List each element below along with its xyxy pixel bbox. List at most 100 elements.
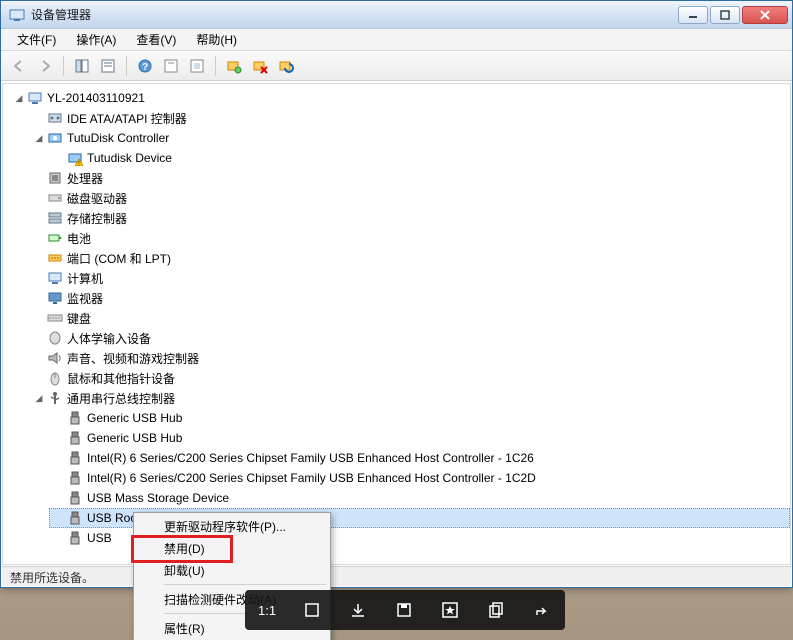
computer-icon xyxy=(47,270,63,286)
tree-node-label: 端口 (COM 和 LPT) xyxy=(67,250,171,267)
app-icon xyxy=(9,7,25,23)
tree-node[interactable]: Intel(R) 6 Series/C200 Series Chipset Fa… xyxy=(49,448,790,468)
maximize-button[interactable] xyxy=(710,6,740,24)
tree-node-label: USB xyxy=(87,531,112,545)
show-hide-tree-button[interactable] xyxy=(70,54,94,78)
tree-node[interactable]: IDE ATA/ATAPI 控制器 xyxy=(29,108,790,128)
menu-action[interactable]: 操作(A) xyxy=(66,29,126,50)
usb-plug-icon xyxy=(67,490,83,506)
collapse-icon[interactable]: ◢ xyxy=(33,132,45,144)
storage-icon xyxy=(47,210,63,226)
tree-node[interactable]: 鼠标和其他指针设备 xyxy=(29,368,790,388)
menu-help[interactable]: 帮助(H) xyxy=(186,29,247,50)
menubar: 文件(F) 操作(A) 查看(V) 帮助(H) xyxy=(1,29,792,51)
tree-node[interactable]: Generic USB Hub xyxy=(49,428,790,448)
menu-view[interactable]: 查看(V) xyxy=(126,29,186,50)
properties-button[interactable] xyxy=(96,54,120,78)
usb-plug-icon xyxy=(67,450,83,466)
ctx-separator xyxy=(164,584,326,585)
mouse-icon xyxy=(47,370,63,386)
screenshot-toolbar: 1:1 xyxy=(245,590,565,630)
toolbar-btn-a[interactable] xyxy=(159,54,183,78)
update-driver-button[interactable] xyxy=(274,54,298,78)
disk-warn-icon: ! xyxy=(67,150,83,166)
tree-root[interactable]: ◢YL-201403110921 xyxy=(9,88,790,108)
help-button[interactable]: ? xyxy=(133,54,157,78)
tree-node-label: 鼠标和其他指针设备 xyxy=(67,370,175,387)
expander-empty xyxy=(53,492,65,504)
tree-node[interactable]: 电池 xyxy=(29,228,790,248)
expander-empty xyxy=(33,172,45,184)
svg-text:?: ? xyxy=(142,62,148,73)
usb-plug-icon xyxy=(67,430,83,446)
share-icon[interactable] xyxy=(526,594,558,626)
battery-icon xyxy=(47,230,63,246)
ctx-disable[interactable]: 禁用(D) xyxy=(136,537,328,559)
collapse-icon[interactable]: ◢ xyxy=(13,92,25,104)
expander-empty xyxy=(33,212,45,224)
tree-node-label: 电池 xyxy=(67,230,91,247)
uninstall-button[interactable] xyxy=(248,54,272,78)
tree-node-label: USB Mass Storage Device xyxy=(87,491,229,505)
ctx-update-driver[interactable]: 更新驱动程序软件(P)... xyxy=(136,515,328,537)
tree-node[interactable]: ! Tutudisk Device xyxy=(49,148,790,168)
tree-node-label: Tutudisk Device xyxy=(87,151,172,165)
zoom-ratio: 1:1 xyxy=(252,603,282,618)
tree-node-label: Generic USB Hub xyxy=(87,431,182,445)
tree-node[interactable]: Intel(R) 6 Series/C200 Series Chipset Fa… xyxy=(49,468,790,488)
tree-node-label: 计算机 xyxy=(67,270,103,287)
drive-icon xyxy=(47,190,63,206)
tree-node-label: 监视器 xyxy=(67,290,103,307)
toolbar-btn-b[interactable] xyxy=(185,54,209,78)
tree-node[interactable]: 声音、视频和游戏控制器 xyxy=(29,348,790,368)
close-button[interactable] xyxy=(742,6,788,24)
scan-hardware-button[interactable] xyxy=(222,54,246,78)
forward-button xyxy=(33,54,57,78)
ide-icon xyxy=(47,110,63,126)
expander-empty xyxy=(53,432,65,444)
titlebar[interactable]: 设备管理器 xyxy=(1,1,792,29)
tree-node[interactable]: 磁盘驱动器 xyxy=(29,188,790,208)
keyboard-icon xyxy=(47,310,63,326)
tree-node-label: 声音、视频和游戏控制器 xyxy=(67,350,199,367)
tree-node-label: 磁盘驱动器 xyxy=(67,190,127,207)
usb-plug-icon xyxy=(67,510,83,526)
monitor-icon xyxy=(47,290,63,306)
expander-empty xyxy=(33,252,45,264)
expander-empty xyxy=(33,352,45,364)
menu-file[interactable]: 文件(F) xyxy=(7,29,66,50)
expander-empty xyxy=(33,272,45,284)
download-icon[interactable] xyxy=(342,594,374,626)
expander-empty xyxy=(33,112,45,124)
tree-node-label: 处理器 xyxy=(67,170,103,187)
star-icon[interactable] xyxy=(434,594,466,626)
expander-empty xyxy=(33,192,45,204)
save-icon[interactable] xyxy=(388,594,420,626)
tree-node[interactable]: ◢TutuDisk Controller xyxy=(29,128,790,148)
status-text: 禁用所选设备。 xyxy=(10,571,94,585)
audio-icon xyxy=(47,350,63,366)
collapse-icon[interactable]: ◢ xyxy=(33,392,45,404)
ctx-uninstall[interactable]: 卸载(U) xyxy=(136,559,328,581)
tree-node-label: 通用串行总线控制器 xyxy=(67,390,175,407)
tree-node[interactable]: 处理器 xyxy=(29,168,790,188)
copy-icon[interactable] xyxy=(480,594,512,626)
expander-empty xyxy=(33,332,45,344)
tree-node[interactable]: ◢ 通用串行总线控制器 xyxy=(29,388,790,408)
window-title: 设备管理器 xyxy=(31,6,678,23)
tree-node[interactable]: Generic USB Hub xyxy=(49,408,790,428)
tree-node[interactable]: 人体学输入设备 xyxy=(29,328,790,348)
tree-node[interactable]: 计算机 xyxy=(29,268,790,288)
tree-node[interactable]: 监视器 xyxy=(29,288,790,308)
usb-plug-icon xyxy=(67,470,83,486)
device-tree-area[interactable]: ◢YL-201403110921IDE ATA/ATAPI 控制器◢TutuDi… xyxy=(2,83,791,565)
expander-empty xyxy=(53,412,65,424)
tree-node[interactable]: 键盘 xyxy=(29,308,790,328)
expander-empty xyxy=(53,452,65,464)
minimize-button[interactable] xyxy=(678,6,708,24)
tree-node[interactable]: USB Mass Storage Device xyxy=(49,488,790,508)
tree-node[interactable]: 端口 (COM 和 LPT) xyxy=(29,248,790,268)
tree-node[interactable]: 存储控制器 xyxy=(29,208,790,228)
crop-icon[interactable] xyxy=(296,594,328,626)
tree-node-label: 人体学输入设备 xyxy=(67,330,151,347)
